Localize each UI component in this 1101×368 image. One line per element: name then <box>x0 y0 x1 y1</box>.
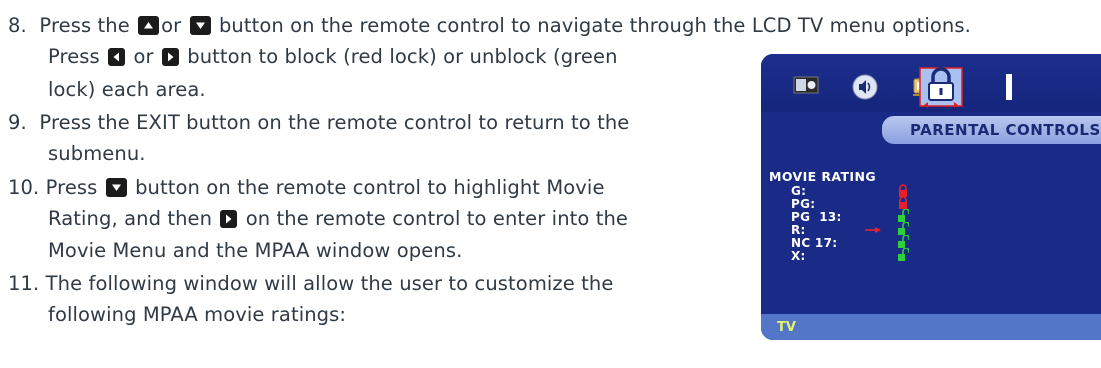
rating-label-r: R: <box>791 223 806 237</box>
manual-page: 8. Press the or button on the remote con… <box>0 0 1101 368</box>
green-unlock-icon <box>898 209 909 222</box>
step-text: button on the remote control to navigate… <box>218 14 971 37</box>
down-button-icon <box>105 178 127 197</box>
step-8-line-2: Press or button to block (red lock) or u… <box>48 44 618 70</box>
next-tab-edge <box>1006 74 1012 100</box>
step-10-line-1: 10. Press button on the remote control t… <box>8 175 605 201</box>
step-9-line-2: submenu. <box>48 141 146 167</box>
step-text: Press <box>48 45 100 68</box>
menu-footer: TV <box>761 314 1101 340</box>
step-text: or <box>161 14 182 37</box>
step-text: The following window will allow the user… <box>45 272 614 295</box>
picture-icon <box>793 76 819 94</box>
step-11-line-2: following MPAA movie ratings: <box>48 302 346 328</box>
up-button-icon <box>138 16 160 35</box>
step-text: button on the remote control to highligh… <box>135 176 605 199</box>
step-text: Press <box>45 176 98 199</box>
step-number: 9. <box>8 111 27 134</box>
rating-label-nc17: NC 17: <box>791 236 838 250</box>
rating-label-x: X: <box>791 249 806 263</box>
down-button-icon <box>189 16 211 35</box>
step-text: or <box>133 45 154 68</box>
right-button-icon <box>161 48 179 66</box>
step-number: 11. <box>8 272 40 295</box>
step-9-line-1: 9. Press the EXIT button on the remote c… <box>8 110 629 136</box>
right-button-icon <box>220 210 238 228</box>
step-number: 10. <box>8 176 40 199</box>
step-10-line-3: Movie Menu and the MPAA window opens. <box>48 238 462 264</box>
step-text: Press the EXIT button on the remote cont… <box>39 111 630 134</box>
green-unlock-icon <box>898 235 909 248</box>
red-lock-icon <box>899 196 907 209</box>
step-text: Rating, and then <box>48 207 213 230</box>
parental-controls-header: PARENTAL CONTROLS <box>882 116 1101 144</box>
movie-rating-title: MOVIE RATING <box>769 169 876 184</box>
rating-label-g: G: <box>791 184 807 198</box>
audio-icon <box>852 74 878 100</box>
green-unlock-icon <box>898 222 909 235</box>
tv-menu-screenshot: TV PARENTAL CONTROLS MOVIE RATING G: PG:… <box>761 54 1101 340</box>
selection-arrow-icon <box>865 227 881 233</box>
step-10-line-2: Rating, and then on the remote control t… <box>48 206 628 232</box>
step-11-line-1: 11. The following window will allow the … <box>8 271 613 297</box>
green-unlock-icon <box>898 248 909 261</box>
left-button-icon <box>108 48 126 66</box>
step-text: Press the <box>39 14 130 37</box>
step-8-line-3: lock) each area. <box>48 77 206 103</box>
lock-icon <box>919 67 963 108</box>
step-text: lock) each area. <box>48 78 206 101</box>
step-8-line-1: 8. Press the or button on the remote con… <box>8 13 971 39</box>
step-text: following MPAA movie ratings: <box>48 303 347 326</box>
step-text: Movie Menu and the MPAA window opens. <box>48 239 463 262</box>
step-number: 8. <box>8 14 27 37</box>
rating-label-pg13: PG 13: <box>791 210 842 224</box>
step-text: submenu. <box>48 142 146 165</box>
step-text: button to block (red lock) or unblock (g… <box>187 45 618 68</box>
rating-label-pg: PG: <box>791 197 816 211</box>
step-text: on the remote control to enter into the <box>245 207 629 230</box>
